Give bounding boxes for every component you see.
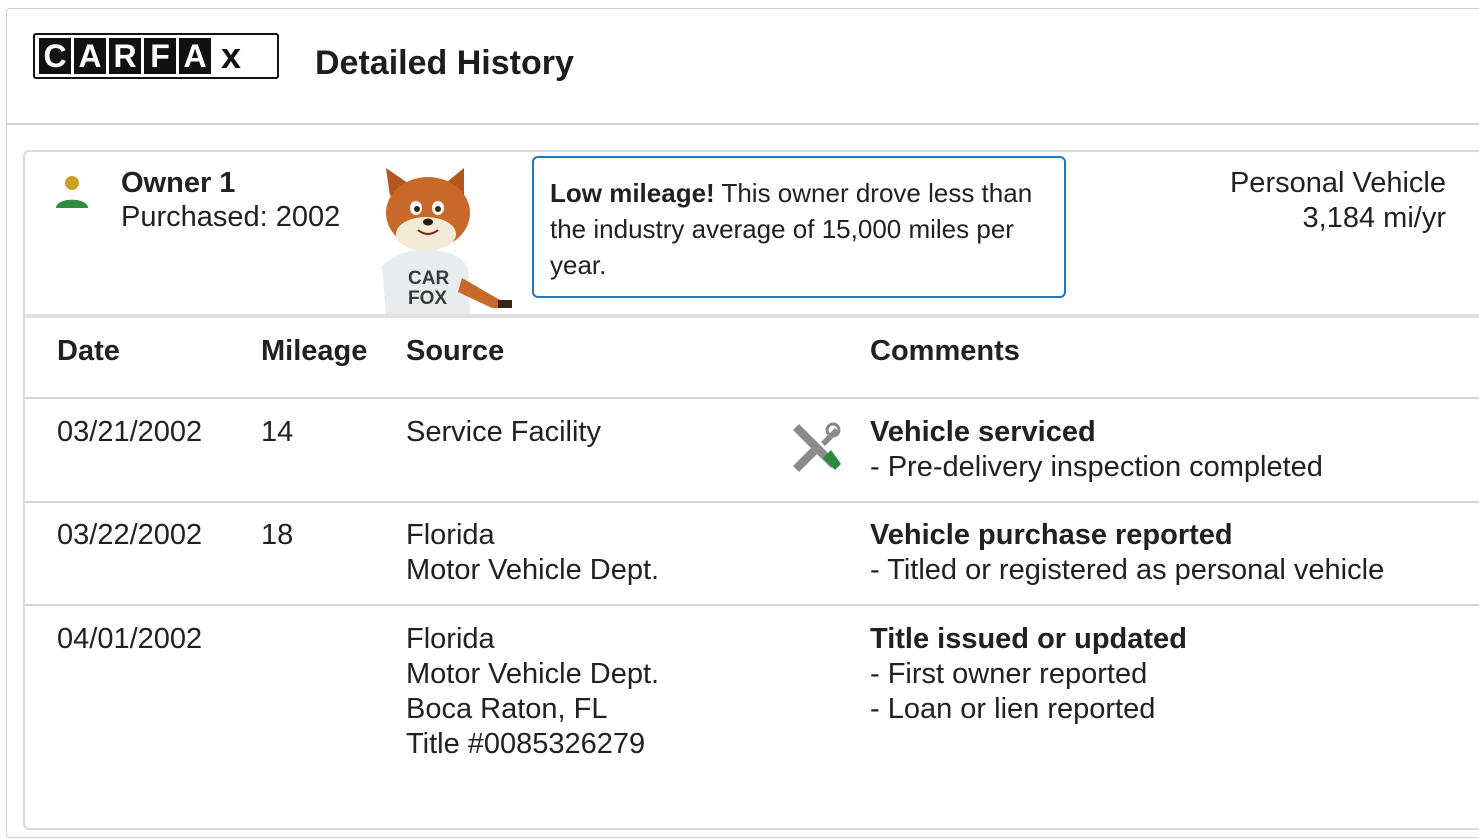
owner-purchased-year: Purchased: 2002: [121, 201, 341, 233]
source-line: Florida: [406, 623, 495, 655]
owner-person-icon: [56, 176, 88, 208]
page-title: Detailed History: [315, 44, 574, 82]
source-line: Service Facility: [406, 416, 601, 448]
row-source: Florida Motor Vehicle Dept.: [406, 518, 659, 588]
row-mileage: 14: [261, 416, 294, 448]
comment-line: - Titled or registered as personal vehic…: [870, 554, 1385, 586]
low-mileage-callout: Low mileage! This owner drove less than …: [532, 156, 1066, 298]
row-comments: Vehicle serviced - Pre-delivery inspecti…: [870, 415, 1323, 485]
callout-highlight: Low mileage!: [550, 178, 715, 208]
comment-title: Title issued or updated: [870, 623, 1187, 655]
column-header-comments: Comments: [870, 335, 1020, 367]
logo-letter: A: [179, 38, 211, 74]
row-source: Service Facility: [406, 415, 601, 450]
comment-title: Vehicle purchase reported: [870, 519, 1233, 551]
source-line: Motor Vehicle Dept.: [406, 658, 660, 690]
row-divider: [25, 501, 1479, 503]
source-line: Motor Vehicle Dept.: [406, 554, 660, 586]
comment-line: - First owner reported: [870, 658, 1148, 690]
source-line: Florida: [406, 519, 495, 551]
mascot-shirt-text: FOX: [408, 288, 447, 309]
mileage-per-year: 3,184 mi/yr: [1302, 202, 1446, 234]
logo-letter: R: [109, 38, 141, 74]
logo-letter: C: [39, 38, 71, 74]
carfax-logo: C A R F A x: [33, 33, 279, 79]
vehicle-usage-summary: Personal Vehicle 3,184 mi/yr: [1230, 166, 1446, 236]
comment-line: - Pre-delivery inspection completed: [870, 451, 1323, 483]
comment-title: Vehicle serviced: [870, 416, 1096, 448]
carfox-mascot-icon: CAR FOX: [382, 168, 512, 316]
row-date: 04/01/2002: [57, 623, 203, 655]
vehicle-type: Personal Vehicle: [1229, 167, 1446, 199]
logo-letter: F: [144, 38, 176, 74]
logo-letter: A: [74, 38, 106, 74]
column-header-mileage: Mileage: [261, 335, 368, 367]
row-date: 03/22/2002: [57, 519, 203, 551]
logo-letter: x: [220, 35, 242, 76]
row-divider: [25, 604, 1479, 606]
row-comments: Title issued or updated - First owner re…: [870, 622, 1187, 727]
source-line: Title #0085326279: [406, 728, 646, 760]
row-source: Florida Motor Vehicle Dept. Boca Raton, …: [406, 622, 659, 762]
owner-name: Owner 1: [121, 167, 236, 199]
row-mileage: 18: [261, 519, 294, 551]
comment-line: - Loan or lien reported: [870, 693, 1156, 725]
service-tools-icon: [793, 422, 841, 472]
row-comments: Vehicle purchase reported - Titled or re…: [870, 518, 1384, 588]
column-header-date: Date: [57, 335, 120, 367]
mascot-shirt-text: CAR: [408, 268, 449, 289]
source-line: Boca Raton, FL: [406, 693, 608, 725]
row-divider: [25, 397, 1479, 399]
column-header-source: Source: [406, 335, 505, 367]
row-date: 03/21/2002: [57, 416, 203, 448]
